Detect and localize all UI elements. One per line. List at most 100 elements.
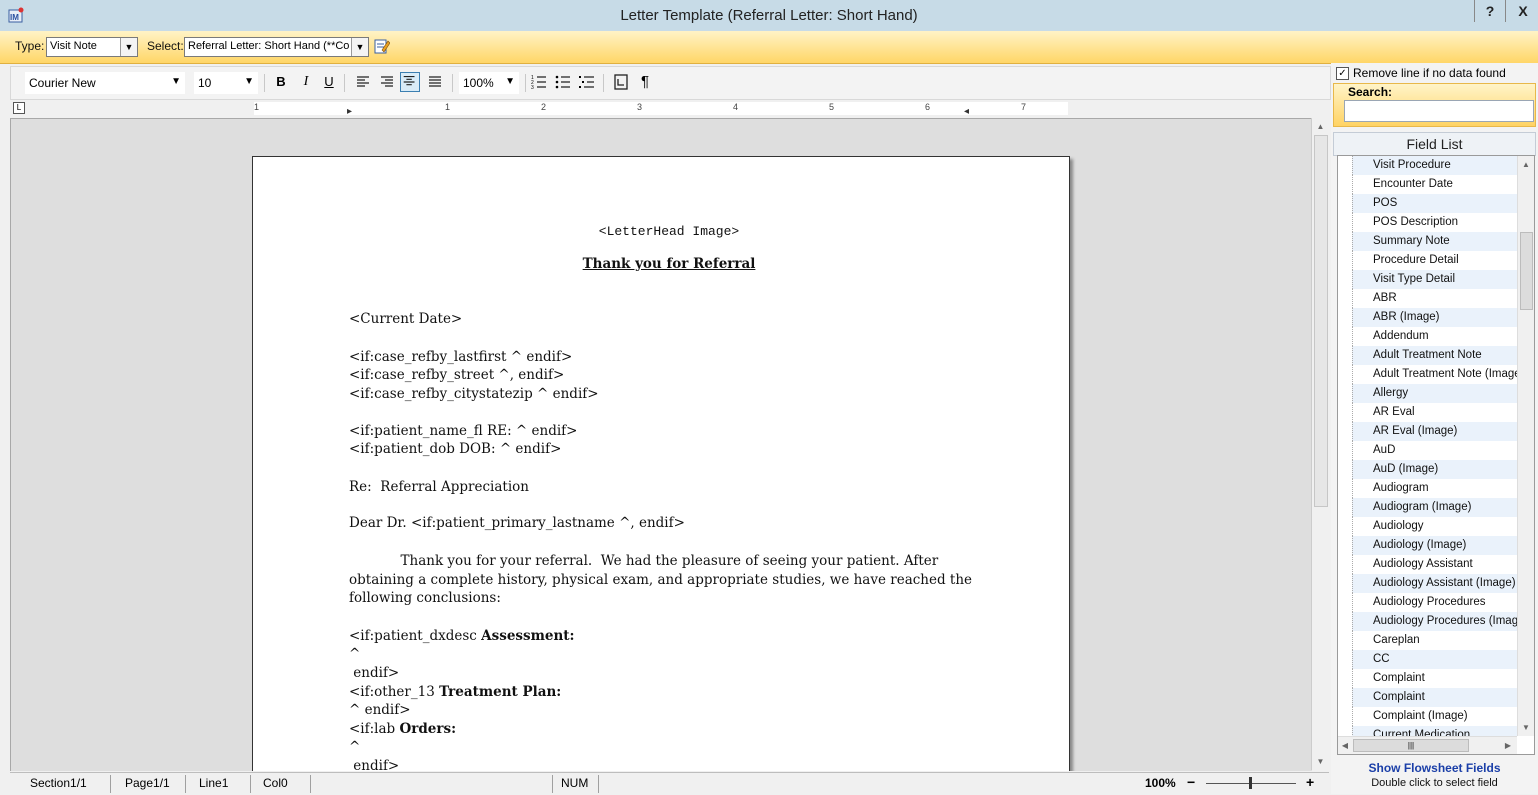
underline-button[interactable]: U	[319, 72, 339, 92]
field-list-item[interactable]: Encounter Date	[1352, 175, 1517, 194]
field-list-item[interactable]: ABR	[1352, 289, 1517, 308]
field-panel: ✓ Remove line if no data found Search: Fi…	[1331, 63, 1538, 794]
document-canvas[interactable]: <LetterHead Image> Thank you for Referra…	[10, 118, 1312, 771]
field-list-item[interactable]: Summary Note	[1352, 232, 1517, 251]
search-input[interactable]	[1344, 100, 1534, 122]
field-list-item[interactable]: POS Description	[1352, 213, 1517, 232]
chevron-down-icon[interactable]: ▼	[120, 38, 137, 56]
assessment-prefix: <if:patient_dxdesc	[349, 627, 482, 644]
scroll-thumb[interactable]	[1520, 232, 1533, 310]
field-list-item[interactable]: Careplan	[1352, 631, 1517, 650]
right-indent-marker-icon[interactable]: ◂	[964, 106, 969, 117]
field-list-item[interactable]: Visit Type Detail	[1352, 270, 1517, 289]
scroll-up-icon[interactable]: ▲	[1312, 118, 1329, 135]
zoom-combo[interactable]: 100% ▼	[459, 72, 519, 94]
edit-template-icon[interactable]	[374, 38, 390, 54]
zoom-out-button[interactable]: −	[1187, 774, 1195, 790]
treatment-line: <if:other_13 Treatment Plan:	[349, 683, 989, 702]
field-list-item[interactable]: Adult Treatment Note (Image)	[1352, 365, 1524, 384]
field-list-item[interactable]: Audiology Procedures	[1352, 593, 1517, 612]
italic-button[interactable]: I	[296, 72, 316, 92]
zoom-in-button[interactable]: +	[1306, 774, 1314, 790]
field-list-item[interactable]: ABR (Image)	[1352, 308, 1517, 327]
field-list-scrollbar[interactable]: ▲ ▼	[1517, 156, 1534, 736]
remove-line-option[interactable]: ✓ Remove line if no data found	[1336, 66, 1506, 81]
show-flowsheet-fields-link[interactable]: Show Flowsheet Fields	[1331, 761, 1538, 775]
type-value: Visit Note	[50, 40, 97, 52]
field-list-item[interactable]: AR Eval	[1352, 403, 1517, 422]
bullet-list-icon[interactable]	[553, 72, 573, 92]
field-list-item[interactable]: Audiogram (Image)	[1352, 498, 1517, 517]
multilevel-list-icon[interactable]	[577, 72, 597, 92]
field-list-item[interactable]: Complaint (Image)	[1352, 707, 1517, 726]
scroll-thumb[interactable]: |||	[1353, 739, 1469, 752]
patient-dob-line: <if:patient_dob DOB: ^ endif>	[349, 441, 562, 458]
field-list-item[interactable]: AR Eval (Image)	[1352, 422, 1517, 441]
scroll-down-icon[interactable]: ▼	[1518, 719, 1534, 736]
status-num-lock: NUM	[561, 776, 589, 790]
numbered-list-icon[interactable]: 123	[529, 72, 549, 92]
page-break-icon[interactable]	[611, 72, 631, 92]
status-bar: Section1/1 Page1/1 Line1 Col0 NUM 100% −…	[10, 772, 1329, 795]
field-list-item[interactable]: Complaint	[1352, 688, 1517, 707]
letter-body[interactable]: <LetterHead Image> Thank you for Referra…	[349, 223, 989, 771]
select-value: Referral Letter: Short Hand (**Con	[188, 40, 350, 52]
chevron-down-icon[interactable]: ▼	[244, 76, 254, 87]
assessment-label: Assessment:	[481, 627, 575, 644]
field-list-item[interactable]: CC	[1352, 650, 1517, 669]
type-combo[interactable]: Visit Note ▼	[46, 37, 138, 57]
align-center-icon[interactable]	[400, 72, 420, 92]
field-list-item[interactable]: Audiology Procedures (Image)	[1352, 612, 1528, 631]
tab-stop-icon[interactable]: L	[13, 102, 25, 114]
align-right-icon[interactable]	[377, 72, 397, 92]
field-list-item[interactable]: Procedure Detail	[1352, 251, 1517, 270]
field-list-item[interactable]: Adult Treatment Note	[1352, 346, 1517, 365]
field-list-item[interactable]: Audiology Assistant	[1352, 555, 1517, 574]
ruler-number: 4	[733, 102, 739, 112]
font-combo[interactable]: Courier New ▼	[25, 72, 185, 94]
toolbar-divider	[525, 74, 526, 92]
chevron-down-icon[interactable]: ▼	[505, 76, 515, 87]
field-list-item[interactable]: Visit Procedure	[1352, 156, 1517, 175]
show-formatting-button[interactable]: ¶	[635, 72, 655, 92]
chevron-down-icon[interactable]: ▼	[171, 76, 181, 87]
scroll-down-icon[interactable]: ▼	[1312, 753, 1329, 770]
treatment-prefix: <if:other_13	[349, 683, 440, 700]
checkbox-checked-icon[interactable]: ✓	[1336, 67, 1349, 81]
close-button[interactable]: X	[1508, 0, 1538, 22]
document-page[interactable]: <LetterHead Image> Thank you for Referra…	[252, 156, 1070, 771]
scroll-up-icon[interactable]: ▲	[1518, 156, 1534, 173]
justify-icon[interactable]	[425, 72, 445, 92]
title-bar: IM Letter Template (Referral Letter: Sho…	[0, 0, 1538, 32]
orders-prefix: <if:lab	[349, 720, 400, 737]
help-button[interactable]: ?	[1474, 0, 1506, 22]
select-combo[interactable]: Referral Letter: Short Hand (**Con ▼	[184, 37, 369, 57]
address-line-1: <if:case_refby_lastfirst ^ endif>	[349, 348, 573, 365]
zoom-value: 100%	[463, 76, 494, 90]
field-list-hscrollbar[interactable]: ◀ ||| ▶	[1338, 736, 1517, 754]
endif-line: endif>	[349, 664, 400, 681]
field-list-item[interactable]: Allergy	[1352, 384, 1517, 403]
size-combo[interactable]: 10 ▼	[194, 72, 258, 94]
field-list[interactable]: Visit Procedure Encounter Date POS POS Desc…	[1337, 155, 1535, 755]
left-indent-marker-icon[interactable]: ▸	[347, 106, 352, 117]
field-list-items[interactable]: Visit Procedure Encounter Date POS POS Desc…	[1338, 156, 1528, 745]
field-list-item[interactable]: AuD	[1352, 441, 1517, 460]
scroll-right-icon[interactable]: ▶	[1501, 737, 1515, 754]
scroll-left-icon[interactable]: ◀	[1338, 737, 1352, 754]
document-scrollbar[interactable]: ▲ ▼	[1311, 118, 1329, 770]
field-list-item[interactable]: Addendum	[1352, 327, 1517, 346]
align-left-icon[interactable]	[353, 72, 373, 92]
field-list-item[interactable]: Complaint	[1352, 669, 1517, 688]
zoom-slider-thumb[interactable]	[1249, 777, 1252, 789]
chevron-down-icon[interactable]: ▼	[351, 38, 368, 56]
scroll-thumb[interactable]	[1314, 135, 1328, 507]
field-list-item[interactable]: Audiology	[1352, 517, 1517, 536]
status-page: Page1/1	[125, 776, 170, 790]
field-list-item[interactable]: AuD (Image)	[1352, 460, 1517, 479]
field-list-item[interactable]: POS	[1352, 194, 1517, 213]
field-list-item[interactable]: Audiogram	[1352, 479, 1517, 498]
field-list-item[interactable]: Audiology (Image)	[1352, 536, 1517, 555]
bold-button[interactable]: B	[271, 72, 291, 92]
field-list-item[interactable]: Audiology Assistant (Image)	[1352, 574, 1517, 593]
